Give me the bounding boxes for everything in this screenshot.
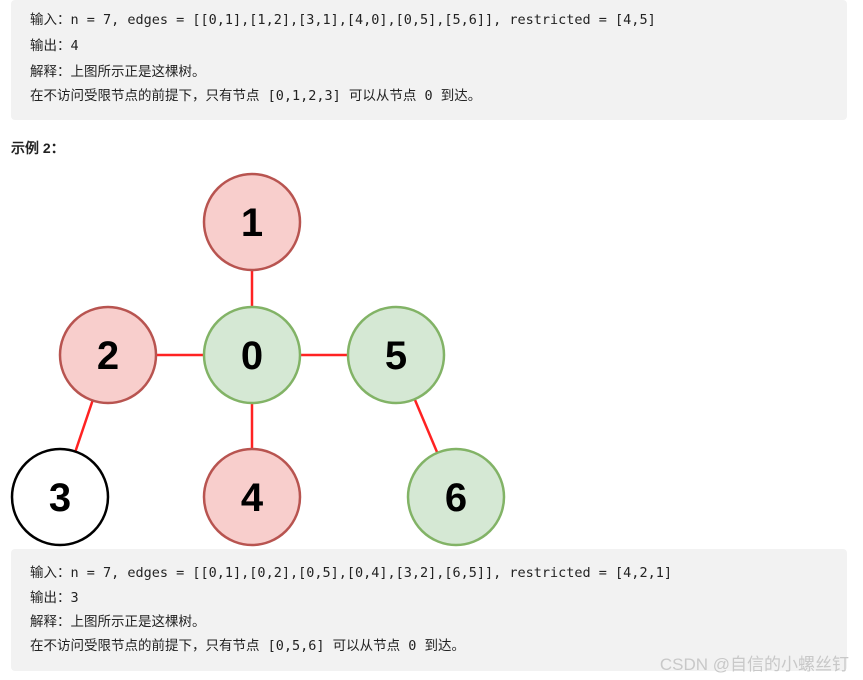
explanation-detail-line: 在不访问受限节点的前提下，只有节点 [0,1,2,3] 可以从节点 0 到达。	[30, 88, 482, 104]
output-line: 输出：4	[30, 38, 79, 54]
node-6: 6	[406, 447, 506, 547]
node-0: 0	[202, 305, 302, 405]
explanation-line: 解释：上图所示正是这棵树。	[30, 64, 206, 80]
node-label: 2	[97, 334, 119, 378]
input-line: 输入：n = 7, edges = [[0,1],[1,2],[3,1],[4,…	[30, 12, 656, 28]
tree-diagram: 0 1 2 3 4 5 6	[10, 172, 506, 547]
example-2-heading: 示例 2：	[11, 140, 65, 156]
node-1: 1	[202, 172, 302, 272]
node-label: 1	[241, 201, 263, 245]
node-label: 0	[241, 334, 263, 378]
explanation-detail-line: 在不访问受限节点的前提下，只有节点 [0,5,6] 可以从节点 0 到达。	[30, 638, 466, 654]
watermark: CSDN @自信的小螺丝钉	[659, 655, 849, 674]
node-3: 3	[10, 447, 110, 547]
node-4: 4	[202, 447, 302, 547]
explanation-line: 解释：上图所示正是这棵树。	[30, 614, 206, 630]
node-label: 5	[385, 334, 407, 378]
node-label: 3	[49, 476, 71, 520]
example-1-output-block: 输入：n = 7, edges = [[0,1],[1,2],[3,1],[4,…	[11, 0, 847, 120]
node-label: 6	[445, 476, 467, 520]
node-label: 4	[241, 476, 264, 520]
input-line: 输入：n = 7, edges = [[0,1],[0,2],[0,5],[0,…	[30, 565, 672, 581]
node-2: 2	[58, 305, 158, 405]
node-5: 5	[346, 305, 446, 405]
output-line: 输出：3	[30, 590, 79, 606]
